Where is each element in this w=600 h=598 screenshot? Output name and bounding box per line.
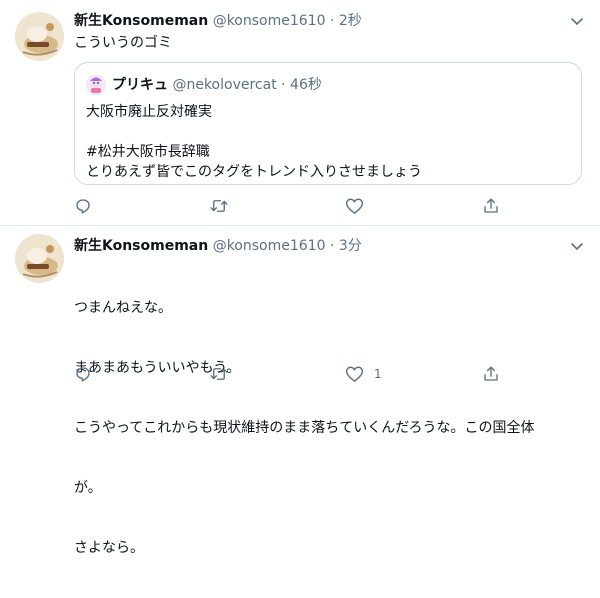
retweet-icon: [210, 200, 228, 212]
tweet-text: こういうのゴミ: [74, 35, 172, 51]
more-options-button[interactable]: [566, 10, 588, 32]
quoted-header: プリキュ @nekolovercat · 46秒: [112, 75, 322, 95]
chevron-down-icon: [571, 243, 583, 251]
quoted-avatar: [86, 75, 106, 95]
display-name[interactable]: 新生Konsomeman: [74, 238, 208, 254]
tweet-header: 新生Konsomeman @konsome1610 · 3分: [74, 236, 362, 256]
separator: ·: [329, 13, 335, 29]
retweet-button[interactable]: [209, 196, 229, 216]
quoted-text-line: 大阪市廃止反対確実: [86, 104, 212, 120]
tweet-text-line: が。: [74, 480, 102, 496]
avatar[interactable]: [15, 12, 64, 61]
share-icon: [484, 198, 498, 213]
quoted-display-name: プリキュ: [112, 77, 168, 93]
handle[interactable]: @konsome1610: [213, 238, 326, 254]
timestamp[interactable]: 3分: [339, 238, 362, 254]
quoted-text-line: とりあえず皆でこのタグをトレンド入りさせましょう: [86, 164, 422, 180]
share-button[interactable]: [482, 364, 500, 384]
quoted-timestamp: 46秒: [290, 77, 322, 93]
reply-button[interactable]: [74, 196, 92, 216]
separator: ·: [329, 238, 335, 254]
reply-icon: [76, 199, 90, 214]
retweet-button[interactable]: [209, 364, 229, 384]
avatar[interactable]: [15, 234, 64, 283]
heart-icon: [345, 198, 364, 214]
tweet-text-line: つまんねえな。: [74, 300, 172, 316]
tweet-text-line: さよなら。: [74, 540, 144, 556]
like-button[interactable]: [345, 196, 374, 216]
tweet-header: 新生Konsomeman @konsome1610 · 2秒: [74, 11, 362, 31]
reply-button[interactable]: [74, 364, 92, 384]
like-count: 1: [374, 367, 382, 381]
handle[interactable]: @konsome1610: [213, 13, 326, 29]
quoted-text-line: [86, 122, 566, 142]
quoted-handle: @nekolovercat: [172, 77, 277, 93]
quoted-text-line: #松井大阪市長辞職: [86, 144, 210, 160]
tweet-actions: 1: [74, 364, 504, 384]
tweet-text: つまんねえな。 まあまあもういいやもう。 こうやってこれからも現状維持のまま落ち…: [74, 258, 584, 598]
tweet-actions: [74, 196, 504, 216]
more-options-button[interactable]: [566, 235, 588, 257]
quoted-tweet[interactable]: プリキュ @nekolovercat · 46秒 大阪市廃止反対確実 #松井大阪…: [74, 62, 582, 185]
share-button[interactable]: [482, 196, 500, 216]
share-icon: [484, 366, 498, 381]
tweet[interactable]: 新生Konsomeman @konsome1610 · 2秒 こういうのゴミ プ…: [0, 0, 600, 226]
separator: ·: [281, 77, 286, 93]
like-button[interactable]: 1: [345, 364, 382, 384]
quoted-text: 大阪市廃止反対確実 #松井大阪市長辞職 とりあえず皆でこのタグをトレンド入りさせ…: [86, 102, 566, 182]
timestamp[interactable]: 2秒: [339, 13, 362, 29]
heart-icon: [345, 366, 364, 382]
tweet-text-line: こうやってこれからも現状維持のまま落ちていくんだろうな。この国全体: [74, 420, 535, 436]
tweet[interactable]: 新生Konsomeman @konsome1610 · 3分 つまんねえな。 ま…: [0, 226, 600, 556]
display-name[interactable]: 新生Konsomeman: [74, 13, 208, 29]
chevron-down-icon: [571, 18, 583, 26]
reply-icon: [76, 367, 90, 382]
retweet-icon: [210, 368, 228, 380]
